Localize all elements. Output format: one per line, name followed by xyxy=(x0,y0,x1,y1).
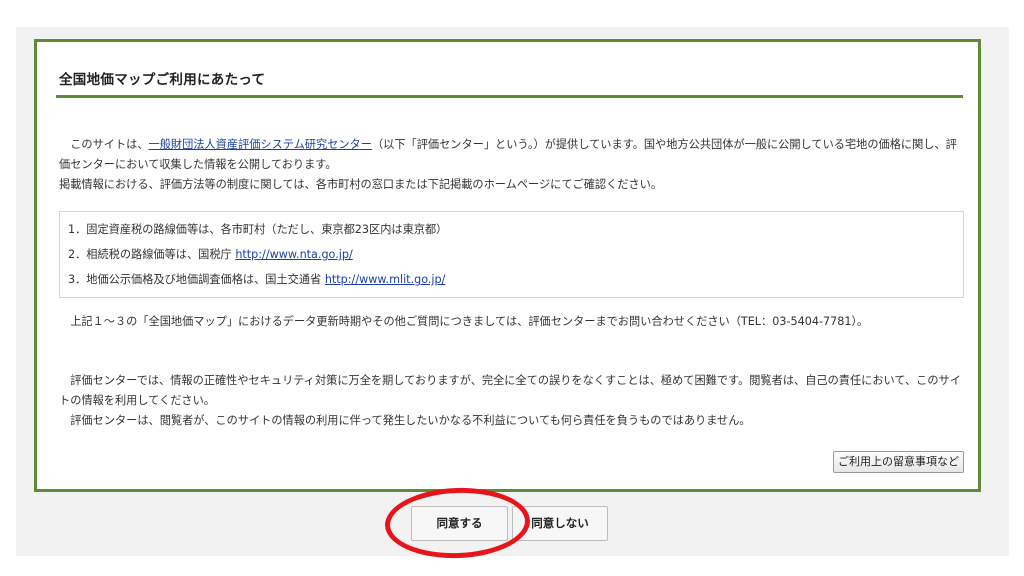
disclaimer-paragraph: 評価センターでは、情報の正確性やセキュリティ対策に万全を期しておりますが、完全に… xyxy=(59,371,964,431)
usage-notes-button[interactable]: ご利用上の留意事項など xyxy=(833,451,964,473)
list-item: 2．相続税の路線価等は、国税庁 http://www.nta.go.jp/ xyxy=(68,246,353,262)
intro-text-pre: このサイトは、 xyxy=(59,138,149,151)
list-item: 3．地価公示価格及び地価調査価格は、国土交通省 http://www.mlit.… xyxy=(68,271,445,287)
agree-button[interactable]: 同意する xyxy=(411,506,508,541)
list-item-text: 2．相続税の路線価等は、国税庁 xyxy=(68,248,236,261)
dialog-title: 全国地価マップご利用にあたって xyxy=(59,72,266,88)
intro-text-line2: 掲載情報における、評価方法等の制度に関しては、各市町村の窓口または下記掲載のホー… xyxy=(59,178,663,191)
research-center-link[interactable]: 一般財団法人資産評価システム研究センター xyxy=(149,138,372,151)
disclaimer-text-1: 評価センターでは、情報の正確性やセキュリティ対策に万全を期しておりますが、完全に… xyxy=(59,374,961,407)
terms-dialog: 全国地価マップご利用にあたって このサイトは、一般財団法人資産評価システム研究セ… xyxy=(34,39,981,492)
disclaimer-text-2: 評価センターは、閲覧者が、このサイトの情報の利用に伴って発生したいかなる不利益に… xyxy=(59,414,751,427)
list-item-text: 3．地価公示価格及び地価調査価格は、国土交通省 xyxy=(68,273,325,286)
nta-link[interactable]: http://www.nta.go.jp/ xyxy=(235,248,352,261)
reference-list: 1．固定資産税の路線価等は、各市町村（ただし、東京都23区内は東京都） 2．相続… xyxy=(59,211,964,298)
disagree-button[interactable]: 同意しない xyxy=(512,506,608,541)
list-item-text: 1．固定資産税の路線価等は、各市町村（ただし、東京都23区内は東京都） xyxy=(68,223,448,236)
contact-paragraph: 上記１～３の「全国地価マップ」におけるデータ更新時期やその他ご質問につきましては… xyxy=(59,315,869,328)
list-item: 1．固定資産税の路線価等は、各市町村（ただし、東京都23区内は東京都） xyxy=(68,221,447,237)
title-divider xyxy=(56,95,963,98)
mlit-link[interactable]: http://www.mlit.go.jp/ xyxy=(325,273,446,286)
intro-paragraph: このサイトは、一般財団法人資産評価システム研究センター（以下「評価センター」とい… xyxy=(59,135,964,195)
